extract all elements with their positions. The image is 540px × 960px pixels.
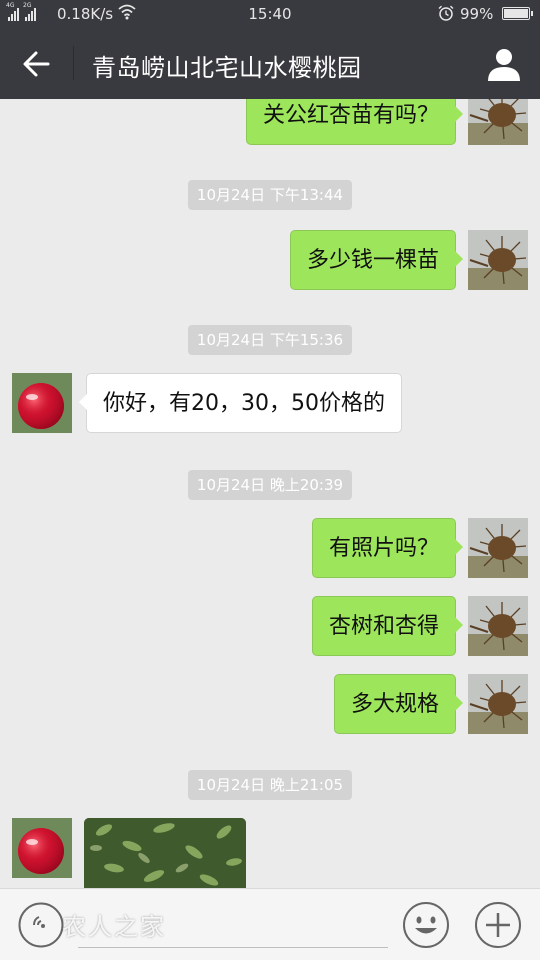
outgoing-message[interactable]: 多少钱一棵苗 bbox=[289, 230, 464, 290]
timestamp: 10月24日 下午15:36 bbox=[0, 325, 540, 355]
outgoing-message[interactable]: 有照片吗？ bbox=[311, 518, 464, 578]
timestamp: 10月24日 下午13:44 bbox=[0, 180, 540, 210]
timestamp: 10月24日 晚上21:05 bbox=[0, 770, 540, 800]
sea-urchin-avatar-icon bbox=[468, 596, 528, 656]
contact-avatar[interactable] bbox=[12, 373, 72, 433]
sea-urchin-avatar-icon bbox=[468, 99, 528, 145]
cherry-avatar-icon bbox=[12, 373, 72, 433]
timestamp-text: 10月24日 晚上20:39 bbox=[187, 470, 353, 500]
outgoing-message[interactable]: 多大规格 bbox=[333, 674, 464, 734]
timestamp: 10月24日 晚上20:39 bbox=[0, 470, 540, 500]
header-divider bbox=[73, 46, 74, 80]
message-text: 杏树和杏得 bbox=[328, 614, 439, 639]
message-input[interactable] bbox=[78, 947, 388, 948]
my-avatar[interactable] bbox=[468, 99, 528, 145]
chat-title: 青岛崂山北宅山水樱桃园 bbox=[92, 54, 362, 82]
message-text: 关公红杏苗有吗？ bbox=[262, 103, 439, 128]
message-list[interactable]: 关公红杏苗有吗？ 10月24日 下午13:44 多少钱一棵苗 10月24日 下午… bbox=[0, 99, 540, 888]
status-bar: 4G 2G 0.18K/s 15:40 99% bbox=[0, 0, 540, 28]
battery-percent: 99% bbox=[460, 5, 494, 23]
status-clock: 15:40 bbox=[248, 5, 292, 23]
input-bar: 农人之家 bbox=[0, 888, 540, 960]
timestamp-text: 10月24日 下午15:36 bbox=[187, 325, 353, 355]
sea-urchin-avatar-icon bbox=[468, 674, 528, 734]
sea-urchin-avatar-icon bbox=[468, 230, 528, 290]
plus-icon[interactable] bbox=[474, 901, 522, 949]
timestamp-text: 10月24日 下午13:44 bbox=[187, 180, 353, 210]
outgoing-message[interactable]: 关公红杏苗有吗？ bbox=[245, 99, 464, 145]
contact-avatar[interactable] bbox=[12, 818, 72, 878]
back-arrow-icon[interactable] bbox=[20, 48, 54, 80]
sea-urchin-avatar-icon bbox=[468, 518, 528, 578]
message-text: 多大规格 bbox=[350, 692, 439, 717]
message-text: 有照片吗？ bbox=[328, 536, 439, 561]
my-avatar[interactable] bbox=[468, 518, 528, 578]
my-avatar[interactable] bbox=[468, 230, 528, 290]
image-message[interactable] bbox=[84, 818, 246, 888]
voice-icon[interactable] bbox=[18, 902, 64, 948]
watermark-text: 农人之家 bbox=[62, 913, 166, 941]
my-avatar[interactable] bbox=[468, 674, 528, 734]
cherry-avatar-icon bbox=[12, 818, 72, 878]
message-text: 多少钱一棵苗 bbox=[306, 248, 439, 273]
outgoing-message[interactable]: 杏树和杏得 bbox=[311, 596, 464, 656]
message-text: 你好，有20，30，50价格的 bbox=[103, 391, 385, 416]
incoming-message[interactable]: 你好，有20，30，50价格的 bbox=[79, 373, 402, 433]
chat-header: 青岛崂山北宅山水樱桃园 bbox=[0, 28, 540, 99]
my-avatar[interactable] bbox=[468, 596, 528, 656]
tree-photo-image bbox=[84, 818, 246, 888]
person-icon[interactable] bbox=[486, 46, 522, 82]
battery-icon bbox=[502, 7, 533, 20]
timestamp-text: 10月24日 晚上21:05 bbox=[187, 770, 353, 800]
smiley-icon[interactable] bbox=[402, 901, 450, 949]
alarm-icon bbox=[438, 5, 454, 21]
